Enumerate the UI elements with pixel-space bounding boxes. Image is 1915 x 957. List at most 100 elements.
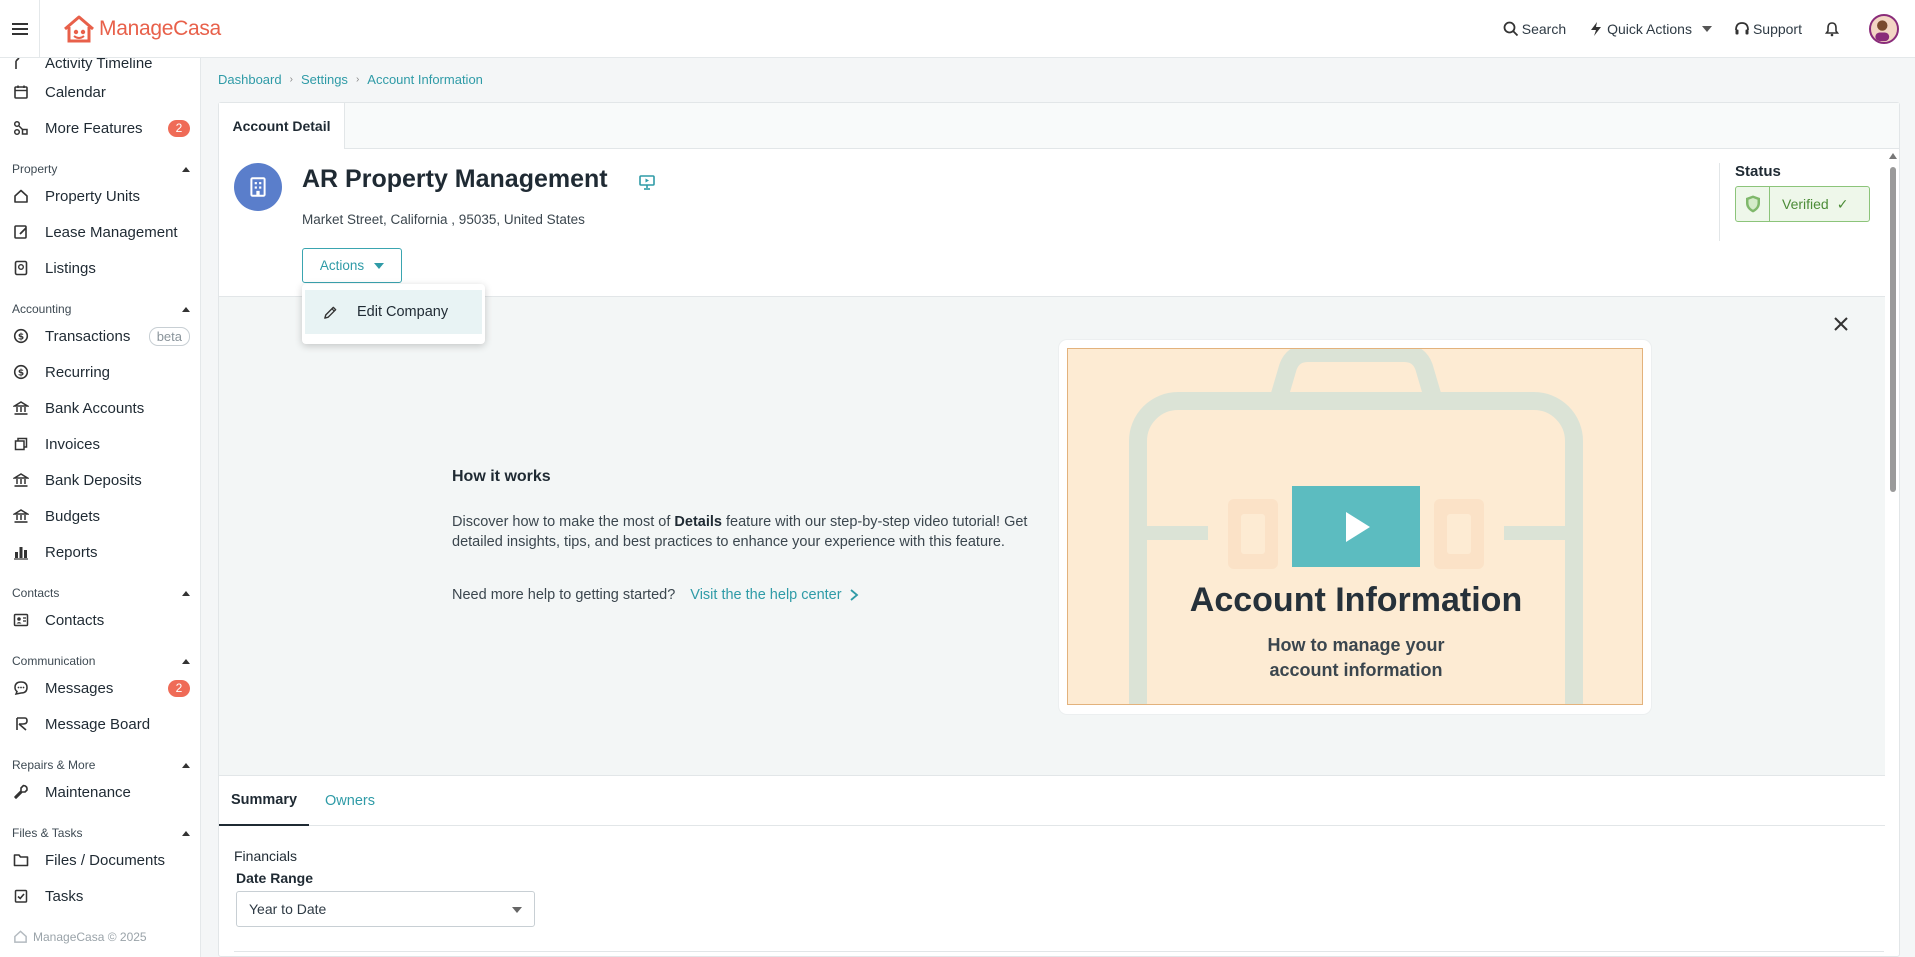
sidebar-item-maintenance[interactable]: Maintenance [0,777,200,807]
breadcrumb-dashboard[interactable]: Dashboard [218,72,282,87]
house-logo-icon [64,15,94,42]
sidebar-item-lease-management[interactable]: Lease Management [0,217,200,247]
lightning-icon [1591,21,1602,36]
section-header-communication[interactable]: Communication [12,654,190,668]
sidebar-item-tasks[interactable]: Tasks [0,881,200,911]
logo-text: ManageCasa [99,16,221,40]
collapse-icon [182,590,190,596]
badge-count: 2 [168,679,190,697]
edit-doc-icon [12,223,30,241]
date-range-select[interactable]: Year to Date [236,891,535,927]
edit-company-menu-item[interactable]: Edit Company [305,290,482,334]
sidebar-item-bank-accounts[interactable]: Bank Accounts [0,393,200,423]
sidebar-item-listings[interactable]: Listings [0,253,200,283]
status-label: Status [1735,163,1781,180]
financials-table-top [234,951,1884,957]
status-panel: Status Verified ✓ [1719,163,1870,241]
sidebar: Activity Timeline Calendar More Features… [0,58,201,957]
bank-icon [12,399,30,417]
close-icon[interactable] [1832,315,1850,333]
chevron-down-icon [374,262,385,269]
actions-button[interactable]: Actions [302,248,402,283]
sidebar-item-files-documents[interactable]: Files / Documents [0,845,200,875]
dollar-icon: $ [12,327,30,345]
chevron-right-icon [849,589,858,601]
presentation-icon[interactable] [638,173,656,191]
section-header-files[interactable]: Files & Tasks [12,826,190,840]
section-header-accounting[interactable]: Accounting [12,302,190,316]
scroll-up-icon[interactable] [1889,153,1897,159]
sidebar-item-reports[interactable]: Reports [0,537,200,567]
menu-toggle-button[interactable] [0,0,40,58]
sidebar-item-property-units[interactable]: Property Units [0,181,200,211]
tutorial-video[interactable]: Account Information How to manage your a… [1067,348,1643,705]
help-line: Need more help to getting started? Visit… [452,587,860,603]
quick-actions-button[interactable]: Quick Actions [1588,21,1712,37]
svg-text:$: $ [18,369,24,379]
collapse-icon [182,306,190,312]
hamburger-icon [11,22,28,35]
logo[interactable]: ManageCasa [62,14,221,44]
status-badge: Verified ✓ [1735,186,1870,222]
sidebar-item-more-features[interactable]: More Features 2 [0,113,200,143]
sidebar-item-invoices[interactable]: Invoices [0,429,200,459]
chevron-down-icon [1701,25,1712,32]
breadcrumb: Dashboard › Settings › Account Informati… [218,72,483,87]
sidebar-item-budgets[interactable]: Budgets [0,501,200,531]
top-bar: ManageCasa Search Quick Actions Support [0,0,1915,58]
sidebar-item-contacts[interactable]: Contacts [0,605,200,635]
help-center-link[interactable]: Visit the the help center [690,587,859,603]
section-header-repairs[interactable]: Repairs & More [12,758,190,772]
sidebar-item-activity-timeline[interactable]: Activity Timeline [0,58,200,78]
bank-icon [12,507,30,525]
sidebar-item-transactions[interactable]: $ Transactions beta [0,321,200,351]
checkbox-icon [12,887,30,905]
play-button[interactable] [1292,486,1420,567]
how-it-works-title: How it works [452,468,551,485]
collapse-icon [182,830,190,836]
actions-dropdown-menu: Edit Company [302,284,485,344]
search-icon [1503,21,1518,36]
account-card: Account Detail AR Property Management Ma… [218,102,1900,957]
wrench-icon [12,783,30,801]
how-it-works-description: Discover how to make the most of Details… [452,514,1028,550]
sidebar-item-message-board[interactable]: Message Board [0,709,200,739]
features-icon [12,119,30,137]
sidebar-item-recurring[interactable]: $ Recurring [0,357,200,387]
invoice-icon [12,435,30,453]
badge-count: 2 [168,119,190,137]
scroll-thumb[interactable] [1890,167,1896,492]
avatar[interactable] [1869,13,1899,44]
main-content: Dashboard › Settings › Account Informati… [201,58,1915,957]
chart-icon [12,543,30,561]
dollar-icon: $ [12,363,30,381]
user-avatar-icon [1875,19,1890,41]
search-button[interactable]: Search [1503,21,1566,37]
breadcrumb-account-information[interactable]: Account Information [367,72,483,87]
tab-bar: Account Detail [219,103,1899,149]
listing-icon [12,259,30,277]
collapse-icon [182,762,190,768]
collapse-icon [182,166,190,172]
timeline-icon [12,58,30,72]
notifications-button[interactable] [1824,21,1843,37]
tab-summary[interactable]: Summary [219,776,309,826]
collapse-icon [182,658,190,664]
section-header-property[interactable]: Property [12,162,190,176]
sidebar-item-messages[interactable]: Messages 2 [0,673,200,703]
sidebar-item-calendar[interactable]: Calendar [0,77,200,107]
section-header-contacts[interactable]: Contacts [12,586,190,600]
tab-owners[interactable]: Owners [325,776,375,826]
bell-icon [1824,21,1840,36]
beta-tag: beta [148,326,190,346]
sidebar-item-bank-deposits[interactable]: Bank Deposits [0,465,200,495]
checkmark-icon: ✓ [1836,195,1849,212]
support-button[interactable]: Support [1734,21,1802,37]
chevron-right-icon: › [289,74,293,85]
company-address: Market Street, California , 95035, Unite… [302,212,585,227]
contact-card-icon [12,611,30,629]
chevron-down-icon [512,907,522,913]
breadcrumb-settings[interactable]: Settings [301,72,348,87]
tab-account-detail[interactable]: Account Detail [219,103,345,149]
scrollbar[interactable] [1888,149,1899,957]
